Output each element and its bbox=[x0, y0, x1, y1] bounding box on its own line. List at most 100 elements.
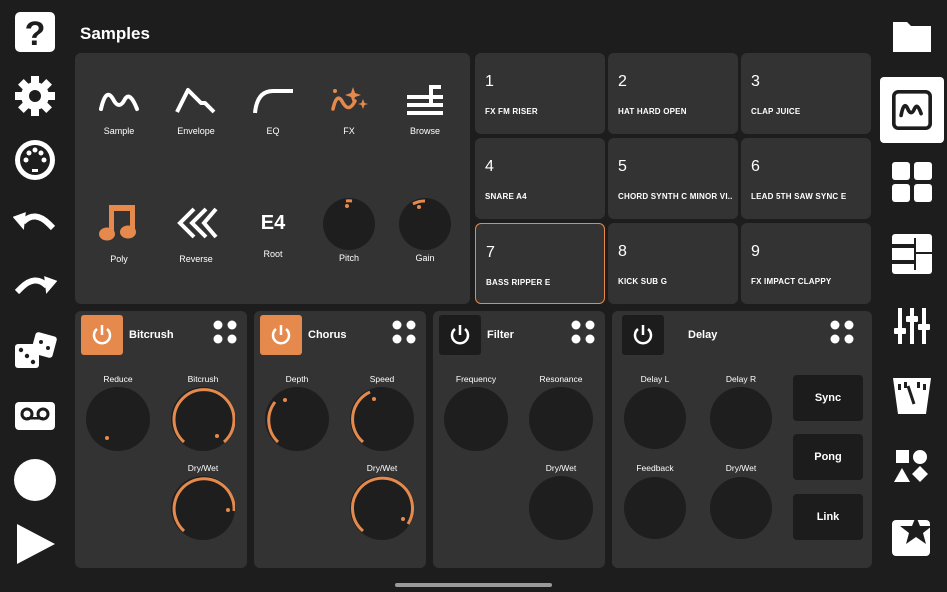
pad-8[interactable]: 8 KICK SUB G bbox=[608, 223, 738, 304]
bitcrush-amount-label: Bitcrush bbox=[187, 374, 219, 384]
bitcrush-drywet-knob[interactable] bbox=[171, 476, 235, 540]
grid-icon[interactable] bbox=[890, 160, 934, 204]
folder-icon[interactable] bbox=[890, 14, 934, 58]
browse-tool[interactable]: Browse bbox=[390, 85, 460, 136]
sample-wave-tab[interactable] bbox=[880, 77, 944, 143]
delay-r-knob[interactable] bbox=[710, 387, 772, 449]
resonance-knob[interactable] bbox=[529, 387, 593, 451]
reduce-knob[interactable] bbox=[86, 387, 150, 451]
pad-2[interactable]: 2 HAT HARD OPEN bbox=[608, 53, 738, 134]
filter-title: Filter bbox=[487, 329, 514, 341]
speed-knob[interactable] bbox=[350, 387, 414, 451]
power-icon bbox=[271, 325, 291, 345]
pad-9[interactable]: 9 FX IMPACT CLAPPY bbox=[741, 223, 871, 304]
gain-knob-group: Gain bbox=[390, 197, 460, 263]
midi-icon[interactable] bbox=[13, 138, 57, 182]
bitcrush-amount-knob[interactable] bbox=[171, 387, 235, 451]
pitch-label: Pitch bbox=[338, 253, 359, 263]
gain-label: Gain bbox=[415, 253, 435, 263]
play-icon[interactable] bbox=[13, 522, 57, 566]
delay-r-label: Delay R bbox=[725, 374, 757, 384]
pad-3[interactable]: 3 CLAP JUICE bbox=[741, 53, 871, 134]
eq-label: EQ bbox=[266, 126, 280, 136]
reverse-label: Reverse bbox=[179, 254, 213, 264]
filter-power-button[interactable] bbox=[439, 315, 481, 355]
pad-6[interactable]: 6 LEAD 5TH SAW SYNC E bbox=[741, 138, 871, 219]
delay-title: Delay bbox=[688, 329, 718, 341]
frequency-label: Frequency bbox=[455, 374, 497, 384]
chorus-power-button[interactable] bbox=[260, 315, 302, 355]
filter-xy-pad-icon[interactable] bbox=[570, 319, 596, 345]
metronome-icon[interactable] bbox=[890, 374, 934, 418]
delay-l-knob[interactable] bbox=[624, 387, 686, 449]
filter-drywet-knob[interactable] bbox=[529, 476, 593, 540]
pad-4[interactable]: 4 SNARE A4 bbox=[475, 138, 605, 219]
power-icon bbox=[92, 325, 112, 345]
pad-sample-name: LEAD 5TH SAW SYNC E bbox=[751, 192, 847, 201]
tape-icon[interactable] bbox=[13, 394, 57, 438]
home-indicator[interactable] bbox=[395, 583, 552, 587]
pitch-knob[interactable] bbox=[322, 197, 376, 251]
delay-l-label: Delay L bbox=[640, 374, 670, 384]
settings-icon[interactable] bbox=[13, 74, 57, 118]
pad-sample-name: KICK SUB G bbox=[618, 277, 668, 286]
reverse-tool[interactable]: Reverse bbox=[161, 203, 231, 264]
sample-wave-icon bbox=[892, 90, 932, 130]
pad-sample-name: SNARE A4 bbox=[485, 192, 527, 201]
pad-sample-name: FX IMPACT CLAPPY bbox=[751, 277, 832, 286]
bitcrush-power-button[interactable] bbox=[81, 315, 123, 355]
star-icon[interactable] bbox=[890, 514, 934, 558]
pad-5[interactable]: 5 CHORD SYNTH C MINOR VI... bbox=[608, 138, 738, 219]
gain-knob[interactable] bbox=[398, 197, 452, 251]
dice-icon[interactable] bbox=[13, 330, 57, 374]
power-icon bbox=[450, 325, 470, 345]
filter-panel: Filter Frequency Resonance Dry/Wet bbox=[433, 311, 605, 568]
bitcrush-drywet-label: Dry/Wet bbox=[187, 463, 219, 473]
speed-label: Speed bbox=[369, 374, 395, 384]
shapes-icon[interactable] bbox=[890, 444, 934, 488]
music-note-icon bbox=[99, 205, 136, 241]
chorus-drywet-knob[interactable] bbox=[350, 476, 414, 540]
pad-sample-name: CLAP JUICE bbox=[751, 107, 801, 116]
pad-1[interactable]: 1 FX FM RISER bbox=[475, 53, 605, 134]
help-icon[interactable]: ? bbox=[13, 10, 57, 54]
delay-power-button[interactable] bbox=[622, 315, 664, 355]
pad-number: 4 bbox=[485, 158, 494, 175]
record-icon[interactable] bbox=[13, 458, 57, 502]
depth-knob[interactable] bbox=[265, 387, 329, 451]
envelope-tool[interactable]: Envelope bbox=[161, 85, 231, 136]
delay-xy-pad-icon[interactable] bbox=[829, 319, 855, 345]
root-label: Root bbox=[263, 249, 283, 259]
feedback-knob[interactable] bbox=[624, 477, 686, 539]
pad-number: 7 bbox=[486, 244, 495, 261]
chorus-xy-pad-icon[interactable] bbox=[391, 319, 417, 345]
sync-button[interactable]: Sync bbox=[793, 375, 863, 421]
root-tool[interactable]: E4 Root bbox=[238, 203, 308, 259]
chorus-title: Chorus bbox=[308, 329, 347, 341]
delay-drywet-knob[interactable] bbox=[710, 477, 772, 539]
pad-number: 6 bbox=[751, 158, 760, 175]
fx-sparkle-icon bbox=[331, 87, 368, 111]
pad-7[interactable]: 7 BASS RIPPER E bbox=[475, 223, 605, 304]
poly-tool[interactable]: Poly bbox=[84, 203, 154, 264]
pong-button[interactable]: Pong bbox=[793, 434, 863, 480]
mixer-icon[interactable] bbox=[890, 304, 934, 348]
frequency-knob[interactable] bbox=[444, 387, 508, 451]
chorus-drywet-label: Dry/Wet bbox=[366, 463, 398, 473]
feedback-label: Feedback bbox=[636, 463, 674, 473]
keyboard-icon[interactable] bbox=[890, 232, 934, 276]
undo-icon[interactable] bbox=[13, 202, 57, 246]
eq-tool[interactable]: EQ bbox=[238, 85, 308, 136]
power-icon bbox=[633, 325, 653, 345]
pitch-knob-group: Pitch bbox=[314, 197, 384, 263]
fx-tool[interactable]: FX bbox=[314, 85, 384, 136]
sample-tool[interactable]: Sample bbox=[84, 85, 154, 136]
bitcrush-panel: Bitcrush Reduce Bitcrush Dry/Wet bbox=[75, 311, 247, 568]
chorus-panel: Chorus Depth Speed Dry/Wet bbox=[254, 311, 426, 568]
redo-icon[interactable] bbox=[13, 266, 57, 310]
link-button[interactable]: Link bbox=[793, 494, 863, 540]
page-title: Samples bbox=[80, 24, 150, 43]
bitcrush-xy-pad-icon[interactable] bbox=[212, 319, 238, 345]
reverse-icon bbox=[177, 207, 218, 239]
browse-label: Browse bbox=[409, 126, 440, 136]
